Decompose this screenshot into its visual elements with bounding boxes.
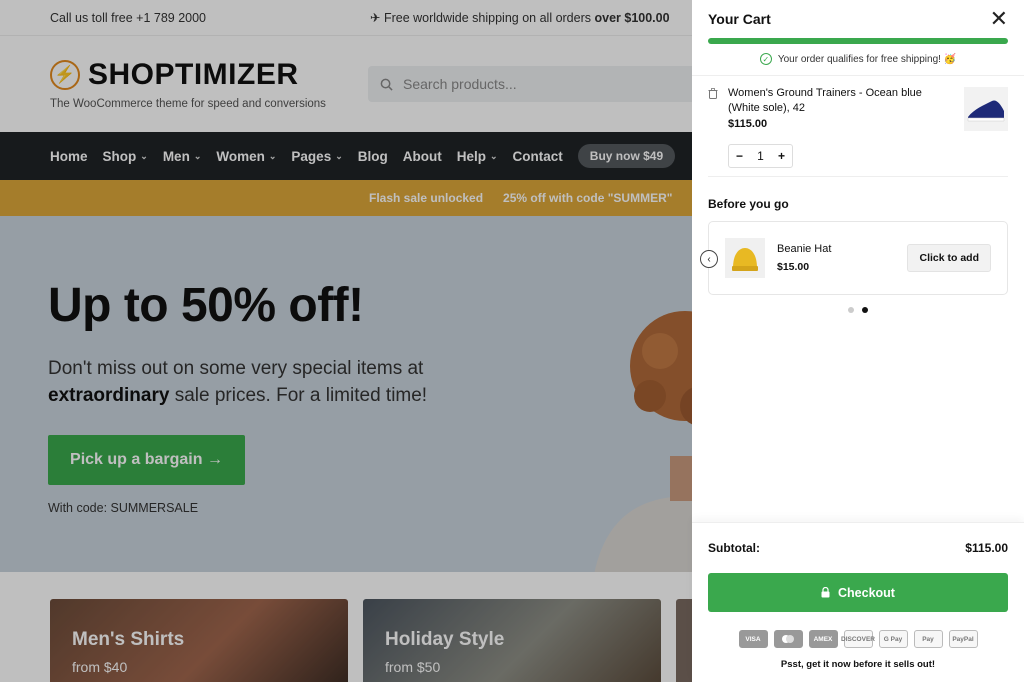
cart-item-name[interactable]: Women's Ground Trainers - Ocean blue (Wh… [728, 86, 948, 116]
beanie-product-image[interactable] [725, 238, 765, 278]
mastercard-icon [773, 630, 803, 648]
checkout-label: Checkout [838, 585, 895, 600]
subtotal-label: Subtotal: [708, 541, 760, 555]
visa-icon: VISA [738, 630, 768, 648]
subtotal-row: Subtotal: $115.00 [708, 523, 1008, 573]
free-shipping-message: ✓ Your order qualifies for free shipping… [692, 52, 1024, 66]
qty-plus-button[interactable]: + [778, 149, 785, 163]
upsell-product-price: $15.00 [777, 261, 810, 273]
drawer-backdrop[interactable] [0, 0, 692, 682]
qty-value[interactable]: 1 [757, 149, 764, 163]
trash-icon[interactable] [708, 88, 720, 176]
trainer-product-image[interactable] [964, 87, 1008, 131]
upsell-card: ‹ Beanie Hat $15.00 Click to add [700, 221, 1008, 295]
free-shipping-progress-bar [708, 38, 1008, 44]
qty-minus-button[interactable]: − [736, 149, 743, 163]
cart-footer: Subtotal: $115.00 Checkout VISA AMEX DIS… [692, 522, 1024, 682]
apple-pay-icon: Pay [913, 630, 943, 648]
click-to-add-button[interactable]: Click to add [907, 244, 991, 272]
amex-icon: AMEX [808, 630, 838, 648]
cart-item-price: $115.00 [728, 118, 768, 130]
paypal-icon: PayPal [948, 630, 978, 648]
discover-icon: DISCOVER [841, 630, 875, 648]
quantity-stepper: − 1 + [728, 144, 793, 168]
close-icon[interactable]: ✕ [990, 8, 1008, 30]
chevron-left-icon[interactable]: ‹ [700, 250, 718, 268]
urgency-message: Psst, get it now before it sells out! [780, 659, 936, 670]
cart-header: Your Cart ✕ [692, 0, 1024, 38]
upsell-product-name[interactable]: Beanie Hat [777, 243, 907, 255]
free-shipping-text: Your order qualifies for free shipping! … [777, 53, 957, 65]
cart-drawer: Your Cart ✕ ✓ Your order qualifies for f… [692, 0, 1024, 682]
payment-icons: VISA AMEX DISCOVER G Pay Pay PayPal [708, 630, 1008, 648]
lock-icon [821, 587, 830, 598]
subtotal-value: $115.00 [965, 541, 1008, 555]
google-pay-icon: G Pay [878, 630, 908, 648]
checkout-button[interactable]: Checkout [708, 573, 1008, 612]
check-circle-icon: ✓ [759, 53, 772, 65]
upsell-heading: Before you go [708, 197, 789, 211]
cart-title: Your Cart [708, 11, 771, 27]
